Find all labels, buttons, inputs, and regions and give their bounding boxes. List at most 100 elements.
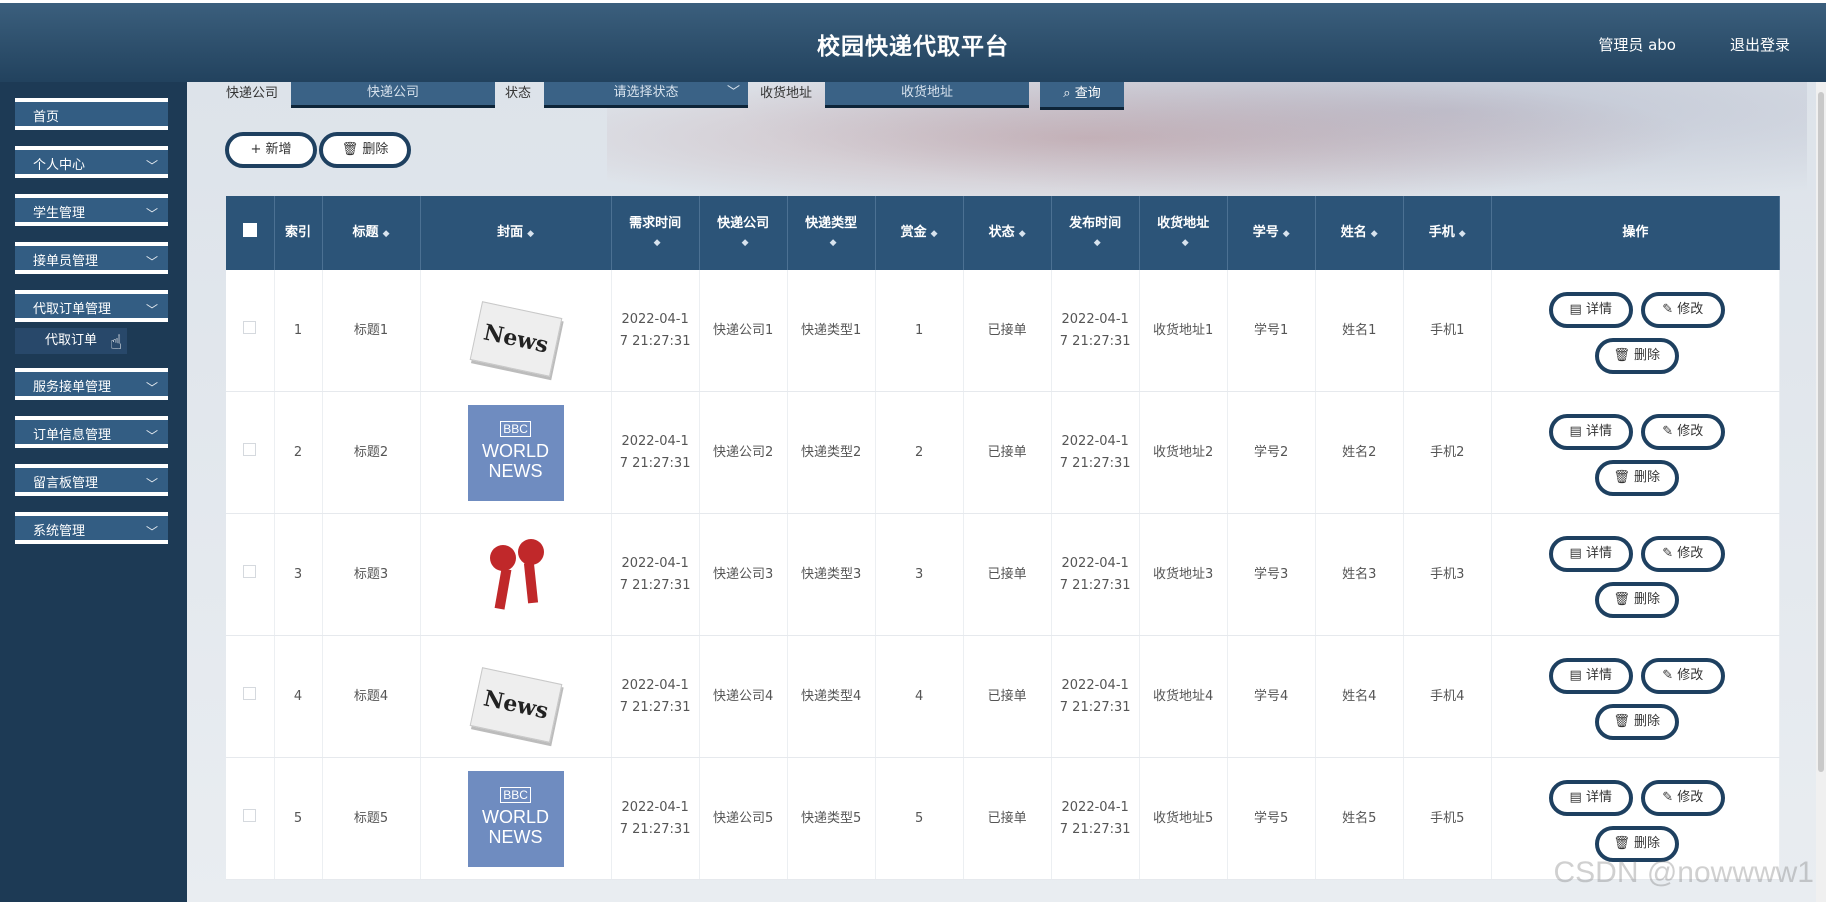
chevron-down-icon: ﹀ <box>145 207 158 221</box>
document-icon: ▤ <box>1569 545 1586 561</box>
row-checkbox[interactable] <box>243 320 257 334</box>
cell-status: 已接单 <box>963 635 1052 758</box>
app-title: 校园快递代取平台 <box>817 34 1009 60</box>
row-select-cell[interactable] <box>226 513 275 636</box>
select-all-checkbox[interactable] <box>242 223 257 237</box>
header-company[interactable]: 快递公司 ◆ <box>699 196 788 270</box>
row-select-cell[interactable] <box>226 757 275 880</box>
sidebar-item-service-orders[interactable]: 服务接单管理 ﹀ <box>15 368 168 400</box>
sort-icon[interactable]: ◆ <box>1019 229 1026 239</box>
sort-icon[interactable]: ◆ <box>830 238 837 248</box>
logout-link[interactable]: 退出登录 <box>1730 34 1790 55</box>
header-phone[interactable]: 手机 ◆ <box>1403 196 1492 270</box>
cell-company: 快递公司3 <box>699 513 788 636</box>
cell-phone: 手机5 <box>1403 757 1492 880</box>
sidebar-item-label: 订单信息管理 <box>33 428 112 443</box>
row-checkbox[interactable] <box>243 564 257 578</box>
sort-icon[interactable]: ◆ <box>1371 229 1378 239</box>
sort-icon[interactable]: ◆ <box>383 229 390 239</box>
cell-ops: ▤ 详情 ✎ 修改 🗑 删除 <box>1491 391 1781 514</box>
cell-type: 快递类型5 <box>787 757 876 880</box>
cell-title: 标题5 <box>322 757 421 880</box>
cell-index: 5 <box>274 757 323 880</box>
edit-button[interactable]: ✎ 修改 <box>1640 657 1725 694</box>
header-address[interactable]: 收货地址 ◆ <box>1139 196 1228 270</box>
edit-button[interactable]: ✎ 修改 <box>1640 291 1725 328</box>
row-checkbox[interactable] <box>243 808 257 822</box>
row-select-cell[interactable] <box>226 391 275 514</box>
header-title[interactable]: 标题 ◆ <box>322 196 421 270</box>
trash-icon: 🗑 <box>1613 591 1635 607</box>
sidebar-item-personal-center[interactable]: 个人中心 ﹀ <box>15 146 168 178</box>
detail-button[interactable]: ▤ 详情 <box>1548 535 1633 572</box>
delete-button[interactable]: 🗑 删除 <box>1594 581 1679 618</box>
sort-icon[interactable]: ◆ <box>1459 229 1466 239</box>
cell-publish-time: 2022-04-1 7 21:27:31 <box>1051 635 1140 758</box>
edit-button[interactable]: ✎ 修改 <box>1640 535 1725 572</box>
company-filter-input[interactable]: 快递公司 <box>291 82 495 108</box>
chevron-down-icon: ﹀ <box>145 429 158 443</box>
sidebar-item-order-info[interactable]: 订单信息管理 ﹀ <box>15 416 168 448</box>
row-select-cell[interactable] <box>226 270 275 392</box>
header-status[interactable]: 状态 ◆ <box>963 196 1052 270</box>
delete-button[interactable]: 🗑 删除 <box>1594 459 1679 496</box>
chevron-down-icon: ﹀ <box>145 159 158 173</box>
select-all-cell[interactable] <box>226 196 275 270</box>
detail-button[interactable]: ▤ 详情 <box>1548 413 1633 450</box>
edit-button[interactable]: ✎ 修改 <box>1640 779 1725 816</box>
news-cover-image: News <box>469 300 562 377</box>
row-checkbox[interactable] <box>243 686 257 700</box>
cell-name: 姓名2 <box>1315 391 1404 514</box>
sidebar-item-message-board[interactable]: 留言板管理 ﹀ <box>15 464 168 496</box>
sort-icon[interactable]: ◆ <box>1182 238 1189 248</box>
sidebar-item-home[interactable]: 首页 <box>15 98 168 130</box>
delete-button[interactable]: 🗑 删除 <box>1594 337 1679 374</box>
sidebar-item-system[interactable]: 系统管理 ﹀ <box>15 512 168 544</box>
sidebar-item-students[interactable]: 学生管理 ﹀ <box>15 194 168 226</box>
sort-icon[interactable]: ◆ <box>931 229 938 239</box>
header-cover[interactable]: 封面 ◆ <box>420 196 612 270</box>
sort-icon[interactable]: ◆ <box>1094 238 1101 248</box>
edit-button[interactable]: ✎ 修改 <box>1640 413 1725 450</box>
header-name[interactable]: 姓名 ◆ <box>1315 196 1404 270</box>
chevron-down-icon: ﹀ <box>145 477 158 491</box>
header-type[interactable]: 快递类型 ◆ <box>787 196 876 270</box>
detail-button[interactable]: ▤ 详情 <box>1548 657 1633 694</box>
bbc-cover-image: BBC WORLD NEWS <box>467 404 564 501</box>
cell-type: 快递类型4 <box>787 635 876 758</box>
batch-delete-button[interactable]: 🗑 删除 <box>319 132 411 168</box>
sort-icon[interactable]: ◆ <box>742 238 749 248</box>
sidebar-item-couriers[interactable]: 接单员管理 ﹀ <box>15 242 168 274</box>
trash-icon: 🗑 <box>1613 713 1635 729</box>
sidebar-item-pickup-orders[interactable]: 代取订单管理 ﹀ <box>15 290 168 322</box>
header-reward[interactable]: 赏金 ◆ <box>875 196 964 270</box>
vertical-scrollbar[interactable] <box>1816 82 1826 902</box>
row-checkbox[interactable] <box>243 442 257 456</box>
cell-publish-time: 2022-04-1 7 21:27:31 <box>1051 757 1140 880</box>
sort-icon[interactable]: ◆ <box>654 238 661 248</box>
table-row: 1 标题1 News 2022-04-1 7 21:27:31 快递公司1 快递类型1 1 已接… <box>226 270 1781 392</box>
header-publish-time[interactable]: 发布时间 ◆ <box>1051 196 1140 270</box>
address-filter-input[interactable]: 收货地址 <box>825 82 1029 108</box>
admin-username: 管理员 abo <box>1598 36 1676 54</box>
delete-button[interactable]: 🗑 删除 <box>1594 703 1679 740</box>
cell-student-no: 学号1 <box>1227 270 1316 392</box>
trash-icon: 🗑 <box>341 142 363 157</box>
cell-phone: 手机1 <box>1403 270 1492 392</box>
scrollbar-thumb[interactable] <box>1818 92 1824 772</box>
add-button[interactable]: + 新增 <box>225 132 317 168</box>
cell-student-no: 学号2 <box>1227 391 1316 514</box>
header-student-no[interactable]: 学号 ◆ <box>1227 196 1316 270</box>
row-select-cell[interactable] <box>226 635 275 758</box>
cell-status: 已接单 <box>963 270 1052 392</box>
cell-index: 2 <box>274 391 323 514</box>
detail-button[interactable]: ▤ 详情 <box>1548 779 1633 816</box>
detail-button[interactable]: ▤ 详情 <box>1548 291 1633 328</box>
cell-need-time: 2022-04-1 7 21:27:31 <box>611 757 700 880</box>
status-filter-select[interactable]: 请选择状态 ﹀ <box>544 82 748 108</box>
header-need-time[interactable]: 需求时间 ◆ <box>611 196 700 270</box>
batch-delete-label: 删除 <box>362 142 389 157</box>
sort-icon[interactable]: ◆ <box>1283 229 1290 239</box>
search-button[interactable]: ⌕ 查询 <box>1040 82 1124 110</box>
sort-icon[interactable]: ◆ <box>527 229 534 239</box>
